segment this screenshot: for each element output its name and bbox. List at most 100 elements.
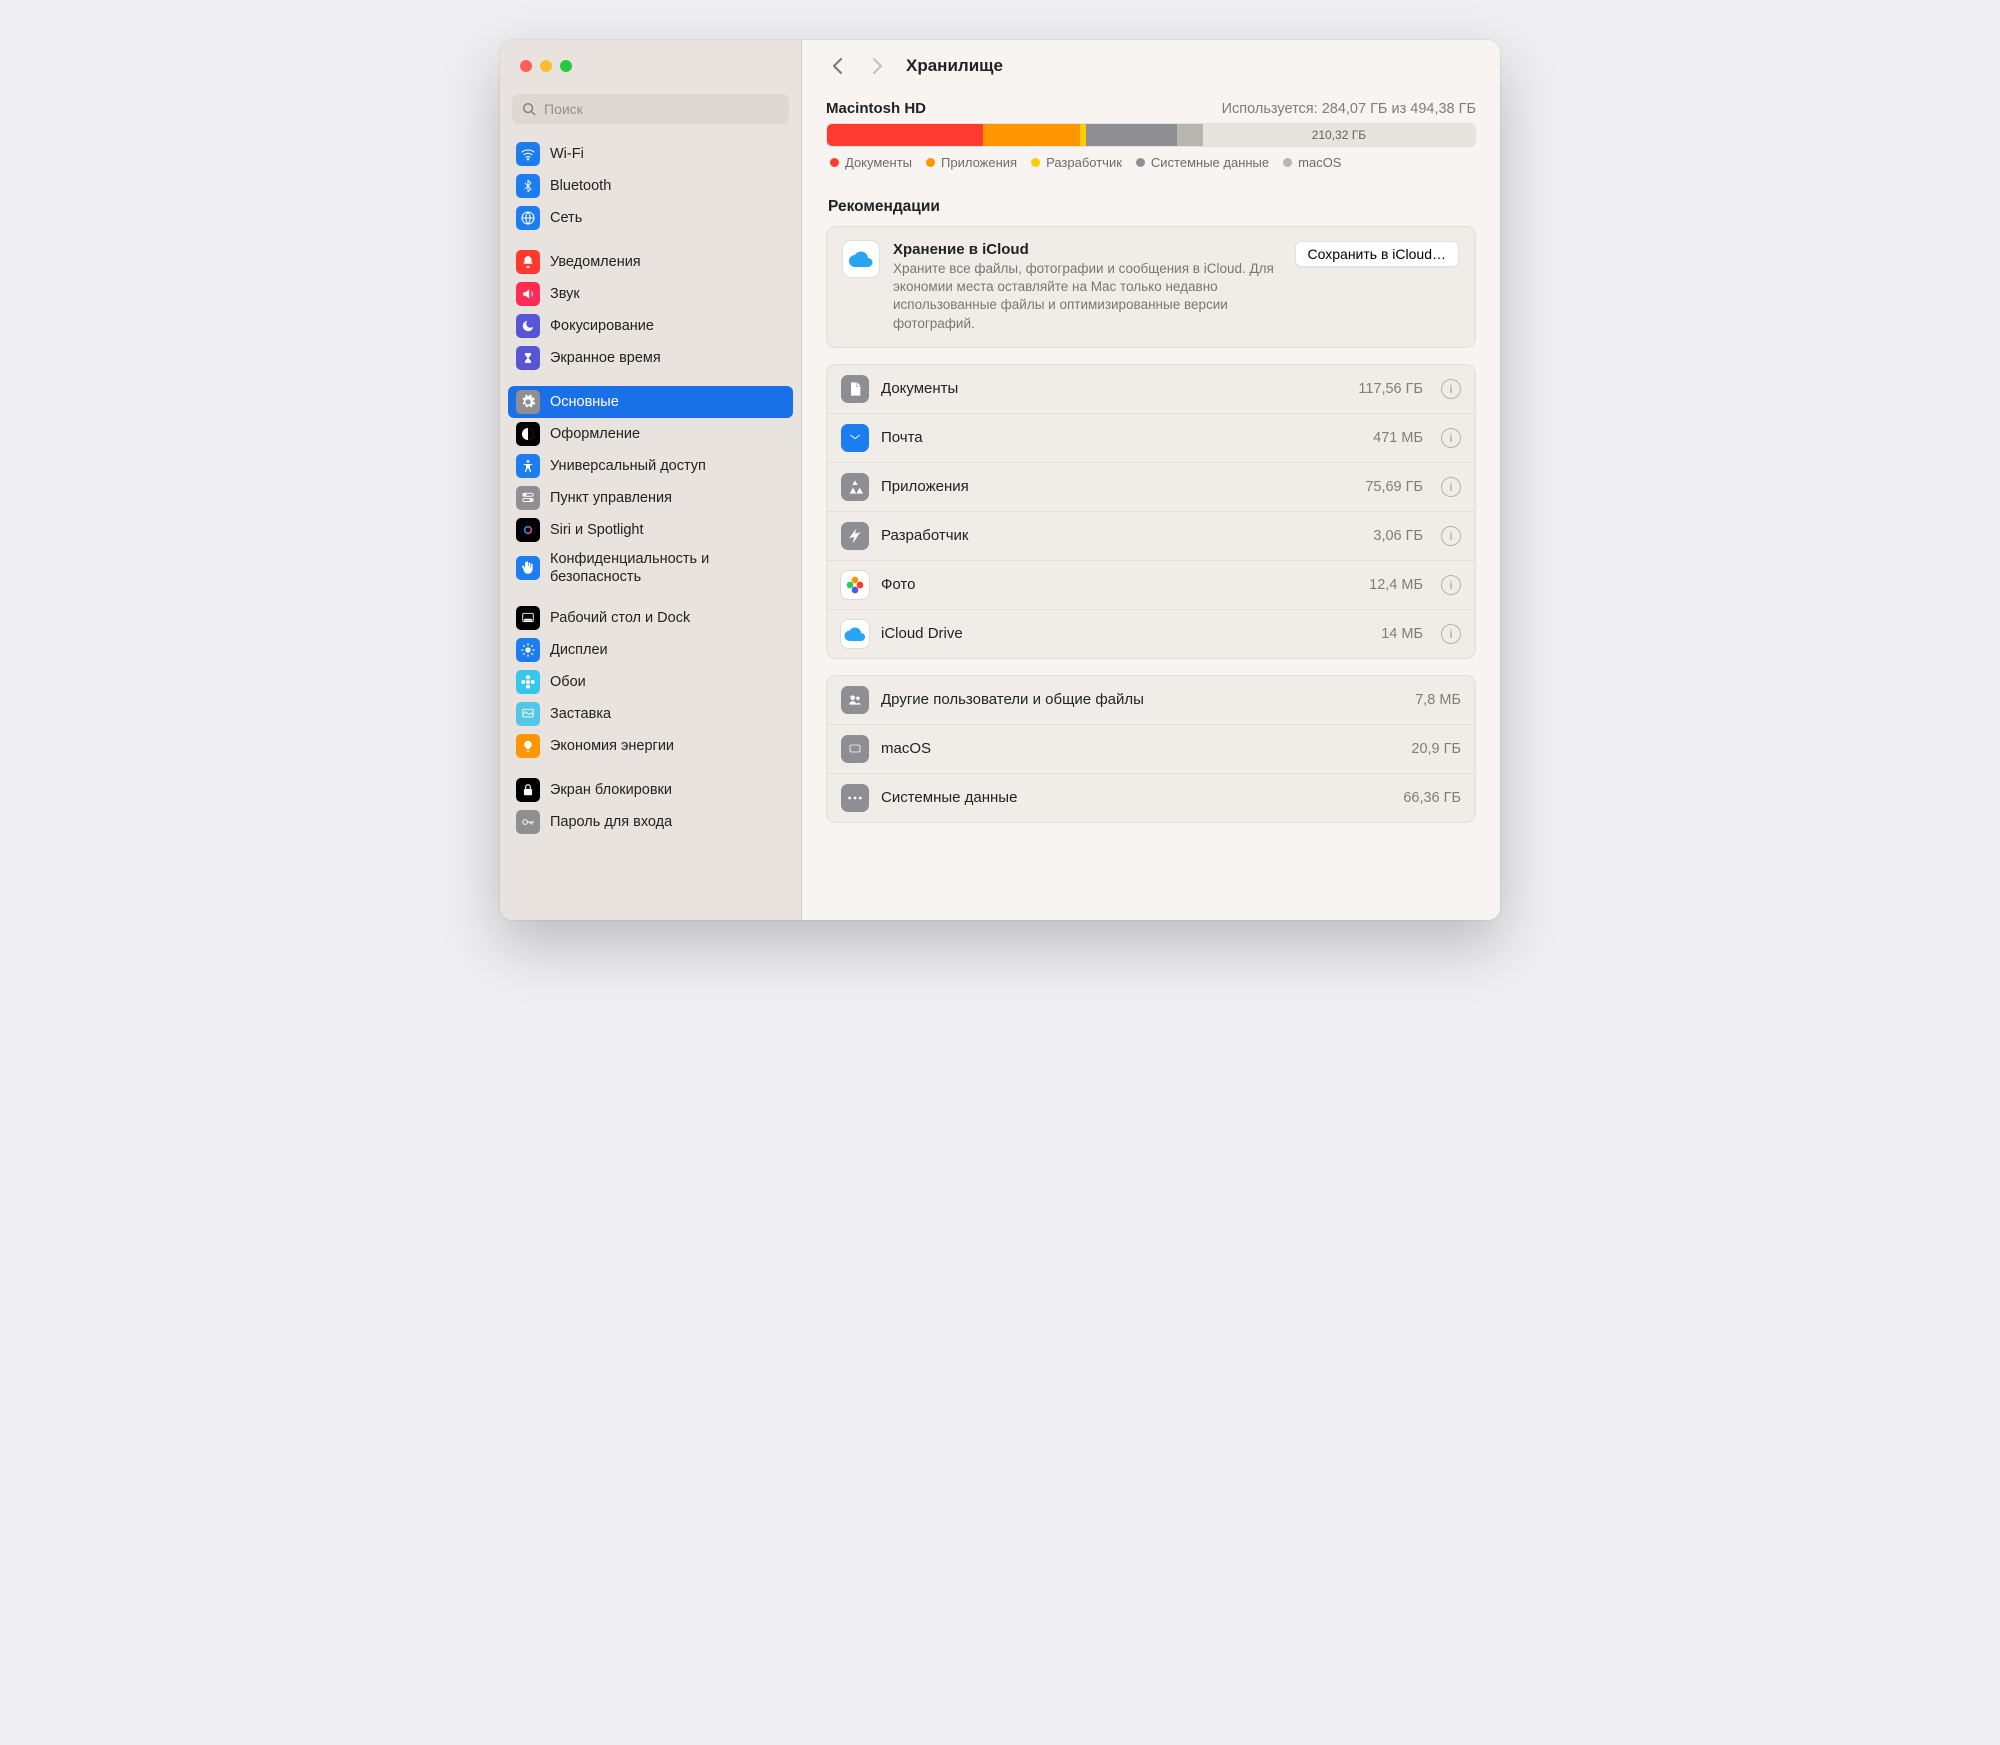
category-row-applications[interactable]: Приложения 75,69 ГБ i bbox=[827, 462, 1475, 511]
sidebar-item-screensaver[interactable]: Заставка bbox=[508, 698, 793, 730]
sidebar-item-accessibility[interactable]: Универсальный доступ bbox=[508, 450, 793, 482]
flower-icon bbox=[516, 670, 540, 694]
settings-window: Wi-FiBluetooth Сеть УведомленияЗвук Фокусир… bbox=[500, 40, 1500, 920]
minimize-window-button[interactable] bbox=[540, 60, 552, 72]
systemdata-icon bbox=[841, 784, 869, 812]
category-label: Фото bbox=[881, 576, 1357, 593]
category-label: Почта bbox=[881, 429, 1361, 446]
icloud-icon bbox=[841, 620, 869, 648]
category-row-icloud[interactable]: iCloud Drive14 МБi bbox=[827, 609, 1475, 658]
lock-icon bbox=[516, 778, 540, 802]
legend-item-macos: macOS bbox=[1283, 155, 1341, 170]
sidebar-item-wallpaper[interactable]: Обои bbox=[508, 666, 793, 698]
wifi-icon bbox=[516, 142, 540, 166]
legend-item-sys: Системные данные bbox=[1136, 155, 1269, 170]
gear-icon bbox=[516, 390, 540, 414]
category-row-developer[interactable]: Разработчик3,06 ГБi bbox=[827, 511, 1475, 560]
category-row-systemdata: Системные данные 66,36 ГБ bbox=[827, 773, 1475, 822]
window-controls bbox=[500, 40, 801, 92]
storage-segment-macos bbox=[1177, 124, 1203, 146]
sidebar-item-label: Обои bbox=[550, 673, 785, 691]
close-window-button[interactable] bbox=[520, 60, 532, 72]
sidebar-item-label: Siri и Spotlight bbox=[550, 521, 785, 539]
zoom-window-button[interactable] bbox=[560, 60, 572, 72]
sidebar-item-lockscreen[interactable]: Экран блокировки bbox=[508, 774, 793, 806]
sidebar-item-notifications[interactable]: Уведомления bbox=[508, 246, 793, 278]
category-row-photos[interactable]: Фото12,4 МБi bbox=[827, 560, 1475, 609]
page-title: Хранилище bbox=[906, 56, 1003, 76]
sidebar-item-label: Универсальный доступ bbox=[550, 457, 785, 475]
sidebar-item-label: Фокусирование bbox=[550, 317, 785, 335]
sidebar-item-label: Пароль для входа bbox=[550, 813, 785, 831]
sidebar-item-screentime[interactable]: Экранное время bbox=[508, 342, 793, 374]
siri-icon bbox=[516, 518, 540, 542]
sidebar-item-displays[interactable]: Дисплеи bbox=[508, 634, 793, 666]
category-label: iCloud Drive bbox=[881, 625, 1369, 642]
switches-icon bbox=[516, 486, 540, 510]
info-button[interactable]: i bbox=[1441, 379, 1461, 399]
category-label: Системные данные bbox=[881, 789, 1391, 806]
sidebar-item-general[interactable]: Основные bbox=[508, 386, 793, 418]
category-label: Документы bbox=[881, 380, 1346, 397]
sidebar: Wi-FiBluetooth Сеть УведомленияЗвук Фокусир… bbox=[500, 40, 802, 920]
info-button[interactable]: i bbox=[1441, 428, 1461, 448]
sidebar-item-label: Сеть bbox=[550, 209, 785, 227]
recommendation-card: Хранение в iCloud Храните все файлы, фот… bbox=[826, 226, 1476, 348]
content-header: Хранилище bbox=[802, 40, 1500, 92]
sidebar-item-energy[interactable]: Экономия энергии bbox=[508, 730, 793, 762]
legend-label: Документы bbox=[845, 155, 912, 170]
store-in-icloud-button[interactable]: Сохранить в iCloud… bbox=[1295, 241, 1459, 267]
sidebar-item-privacy[interactable]: Конфиденциальность и безопасность bbox=[508, 546, 793, 590]
category-row-macos: macOS20,9 ГБ bbox=[827, 724, 1475, 773]
mail-icon bbox=[841, 424, 869, 452]
search-input[interactable] bbox=[542, 100, 779, 118]
sidebar-item-controlcenter[interactable]: Пункт управления bbox=[508, 482, 793, 514]
sidebar-item-desktop[interactable]: Рабочий стол и Dock bbox=[508, 602, 793, 634]
search-field[interactable] bbox=[512, 94, 789, 124]
category-row-mail[interactable]: Почта471 МБi bbox=[827, 413, 1475, 462]
info-button[interactable]: i bbox=[1441, 624, 1461, 644]
category-label: Приложения bbox=[881, 478, 1353, 495]
legend-dot-icon bbox=[926, 158, 935, 167]
info-button[interactable]: i bbox=[1441, 575, 1461, 595]
category-label: Другие пользователи и общие файлы bbox=[881, 691, 1403, 708]
recommendations-title: Рекомендации bbox=[828, 198, 1474, 216]
sidebar-item-sound[interactable]: Звук bbox=[508, 278, 793, 310]
hand-icon bbox=[516, 556, 540, 580]
sidebar-item-appearance[interactable]: Оформление bbox=[508, 418, 793, 450]
legend-label: Системные данные bbox=[1151, 155, 1269, 170]
info-button[interactable]: i bbox=[1441, 526, 1461, 546]
sidebar-item-loginpass[interactable]: Пароль для входа bbox=[508, 806, 793, 838]
storage-bar: 210,32 ГБ bbox=[826, 123, 1476, 147]
category-row-documents[interactable]: Документы117,56 ГБi bbox=[827, 365, 1475, 413]
developer-icon bbox=[841, 522, 869, 550]
sidebar-item-siri[interactable]: Siri и Spotlight bbox=[508, 514, 793, 546]
sidebar-item-focus[interactable]: Фокусирование bbox=[508, 310, 793, 342]
sidebar-item-network[interactable]: Сеть bbox=[508, 202, 793, 234]
sidebar-item-wifi[interactable]: Wi-Fi bbox=[508, 138, 793, 170]
category-size: 75,69 ГБ bbox=[1365, 479, 1423, 495]
sidebar-item-label: Основные bbox=[550, 393, 785, 411]
documents-icon bbox=[841, 375, 869, 403]
applications-icon bbox=[841, 473, 869, 501]
legend-dot-icon bbox=[1283, 158, 1292, 167]
otherusers-icon bbox=[841, 686, 869, 714]
back-button[interactable] bbox=[826, 52, 848, 80]
recommendation-title: Хранение в iCloud bbox=[893, 241, 1281, 258]
legend-dot-icon bbox=[830, 158, 839, 167]
content-area: Хранилище Macintosh HD Используется: 284… bbox=[802, 40, 1500, 920]
sidebar-item-label: Пункт управления bbox=[550, 489, 785, 507]
bulb-icon bbox=[516, 734, 540, 758]
category-size: 66,36 ГБ bbox=[1403, 790, 1461, 806]
sidebar-item-label: Оформление bbox=[550, 425, 785, 443]
forward-button[interactable] bbox=[866, 52, 888, 80]
sidebar-item-bluetooth[interactable]: Bluetooth bbox=[508, 170, 793, 202]
legend-label: Приложения bbox=[941, 155, 1017, 170]
category-label: macOS bbox=[881, 740, 1399, 757]
sound-icon bbox=[516, 282, 540, 306]
info-button[interactable]: i bbox=[1441, 477, 1461, 497]
sidebar-item-label: Дисплеи bbox=[550, 641, 785, 659]
category-size: 3,06 ГБ bbox=[1373, 528, 1423, 544]
dock-icon bbox=[516, 606, 540, 630]
chevron-left-icon bbox=[832, 57, 843, 75]
